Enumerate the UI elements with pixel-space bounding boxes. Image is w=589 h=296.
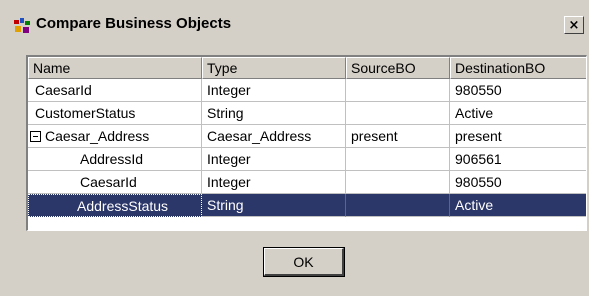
table-row[interactable]: CaesarId Integer 980550	[28, 79, 586, 102]
sourcebo-cell	[346, 102, 450, 125]
type-cell: Integer	[202, 148, 346, 171]
name-cell: CustomerStatus	[28, 102, 202, 125]
compare-business-objects-dialog: Compare Business Objects × Name Type Sou…	[0, 0, 589, 296]
sourcebo-cell	[346, 148, 450, 171]
type-cell: Caesar_Address	[202, 125, 346, 148]
column-header-sourcebo[interactable]: SourceBO	[346, 57, 450, 79]
name-cell: Caesar_Address	[28, 125, 202, 148]
compare-table: Name Type SourceBO DestinationBO CaesarI…	[26, 55, 587, 231]
column-header-type[interactable]: Type	[202, 57, 346, 79]
table-row-selected[interactable]: AddressStatus String Active	[28, 194, 586, 217]
ok-button[interactable]: OK	[263, 247, 345, 277]
destinationbo-cell: Active	[450, 194, 586, 217]
sourcebo-cell: present	[346, 125, 450, 148]
table-row[interactable]: CustomerStatus String Active	[28, 102, 586, 125]
sourcebo-cell	[346, 79, 450, 102]
destinationbo-cell: present	[450, 125, 586, 148]
title-bar[interactable]: Compare Business Objects ×	[6, 12, 586, 38]
name-cell: AddressStatus	[28, 194, 202, 217]
table-row[interactable]: CaesarId Integer 980550	[28, 171, 586, 194]
destinationbo-cell: Active	[450, 102, 586, 125]
sourcebo-cell	[346, 194, 450, 217]
close-button[interactable]: ×	[564, 16, 584, 34]
name-cell: AddressId	[28, 148, 202, 171]
name-cell: CaesarId	[28, 171, 202, 194]
table-row[interactable]: AddressId Integer 906561	[28, 148, 586, 171]
window-title: Compare Business Objects	[36, 15, 232, 32]
table-row[interactable]: Caesar_Address Caesar_Address present pr…	[28, 125, 586, 148]
column-header-destinationbo[interactable]: DestinationBO	[450, 57, 586, 79]
name-label: Caesar_Address	[45, 128, 150, 144]
destinationbo-cell: 980550	[450, 79, 586, 102]
destinationbo-cell: 906561	[450, 148, 586, 171]
collapse-icon[interactable]	[30, 130, 41, 142]
close-icon: ×	[568, 17, 580, 33]
sourcebo-cell	[346, 171, 450, 194]
type-cell: String	[202, 102, 346, 125]
destinationbo-cell: 980550	[450, 171, 586, 194]
type-cell: String	[202, 194, 346, 217]
type-cell: Integer	[202, 79, 346, 102]
column-header-name[interactable]: Name	[28, 57, 202, 79]
type-cell: Integer	[202, 171, 346, 194]
table-header: Name Type SourceBO DestinationBO	[28, 57, 586, 79]
name-cell: CaesarId	[28, 79, 202, 102]
app-icon	[14, 18, 30, 34]
